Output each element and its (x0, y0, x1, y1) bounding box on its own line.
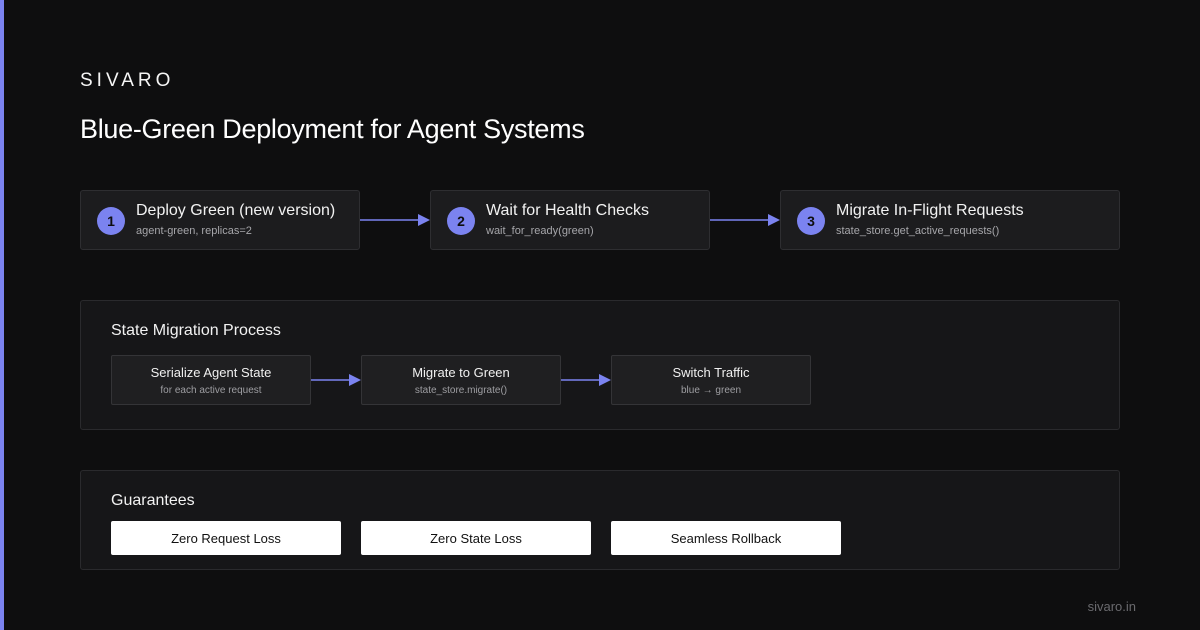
step-title: Deploy Green (new version) (136, 202, 336, 219)
guarantee-zero-state-loss: Zero State Loss (361, 521, 591, 555)
migration-step-serialize: Serialize Agent State for each active re… (111, 355, 311, 405)
migration-step-title: Switch Traffic (672, 365, 750, 380)
migration-step-switch-traffic: Switch Traffic blue → green (611, 355, 811, 405)
brand-logo: SIVARO (80, 70, 175, 91)
guarantees-panel: Guarantees Zero Request Loss Zero State … (80, 470, 1120, 570)
step-number-badge: 1 (97, 207, 125, 235)
step-title: Wait for Health Checks (486, 202, 650, 219)
arrow-right-icon (360, 214, 430, 226)
migration-step-migrate: Migrate to Green state_store.migrate() (361, 355, 561, 405)
step-migrate-requests: 3 Migrate In-Flight Requests state_store… (780, 190, 1120, 250)
migration-step-title: Serialize Agent State (150, 365, 272, 380)
guarantee-zero-request-loss: Zero Request Loss (111, 521, 341, 555)
step-subtitle: state_store.get_active_requests() (836, 225, 1000, 237)
step-number-badge: 2 (447, 207, 475, 235)
arrow-right-icon (710, 214, 780, 226)
migration-step-subtitle: state_store.migrate() (414, 385, 508, 396)
left-accent-bar (0, 0, 4, 630)
step-subtitle: wait_for_ready(green) (486, 225, 594, 237)
panel-title: Guarantees (111, 492, 195, 509)
step-title: Migrate In-Flight Requests (836, 202, 1024, 219)
guarantee-seamless-rollback: Seamless Rollback (611, 521, 841, 555)
step-health-checks: 2 Wait for Health Checks wait_for_ready(… (430, 190, 710, 250)
migration-step-subtitle: for each active request (160, 385, 262, 396)
step-deploy-green: 1 Deploy Green (new version) agent-green… (80, 190, 360, 250)
state-migration-panel: State Migration Process Serialize Agent … (80, 300, 1120, 430)
panel-title: State Migration Process (111, 322, 281, 339)
arrow-right-icon (561, 374, 611, 386)
page-title: Blue-Green Deployment for Agent Systems (80, 114, 585, 144)
migration-step-subtitle: blue → green (680, 385, 742, 396)
migration-step-title: Migrate to Green (412, 365, 510, 380)
arrow-right-icon (311, 374, 361, 386)
step-subtitle: agent-green, replicas=2 (136, 225, 252, 237)
step-number-badge: 3 (797, 207, 825, 235)
footer-url: sivaro.in (1087, 599, 1136, 614)
